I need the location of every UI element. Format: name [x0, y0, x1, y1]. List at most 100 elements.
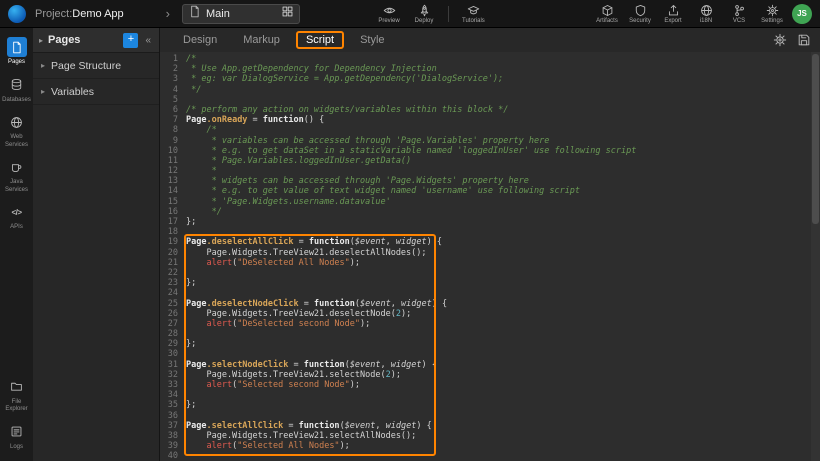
page-icon — [10, 41, 23, 54]
topbar-right-actions: Artifacts Security Export i18N VCS Settings — [596, 4, 783, 24]
code-line: 2 * Use App.getDependency for Dependency… — [160, 64, 820, 74]
sidebar-item-label: Logs — [9, 444, 24, 452]
sidebar-icon-wrap: </> — [7, 202, 27, 222]
code-line: 35}; — [160, 400, 820, 410]
topbar: Project:Demo App › Main PreviewDeployTut… — [0, 0, 820, 28]
code-line: 29}; — [160, 339, 820, 349]
page-selector-grid-slot[interactable] — [281, 5, 294, 23]
code-line: 18 — [160, 227, 820, 237]
code-line: 11 * Page.Variables.loggedInUser.getData… — [160, 156, 820, 166]
code-text: Page.selectNodeClick = function($event, … — [186, 360, 437, 370]
topbar-action-label: i18N — [700, 18, 712, 24]
code-text: }; — [186, 339, 196, 349]
editor-scrollbar[interactable] — [811, 52, 820, 461]
line-number: 29 — [160, 339, 186, 349]
code-text: Page.deselectNodeClick = function($event… — [186, 299, 447, 309]
line-number: 9 — [160, 136, 186, 146]
topbar-action-label: Export — [664, 18, 681, 24]
line-number: 1 — [160, 54, 186, 64]
tab-markup[interactable]: Markup — [233, 31, 290, 49]
script-editor[interactable]: 1 /* 2 * Use App.getDependency for Depende… — [160, 52, 820, 461]
topbar-action-artifacts[interactable]: Artifacts — [596, 4, 618, 24]
tab-design[interactable]: Design — [173, 31, 227, 49]
sidebar-item-web-services[interactable]: Web Services — [0, 108, 33, 153]
code-text: * Use App.getDependency for Dependency I… — [186, 64, 437, 74]
sidebar-item-file-explorer[interactable]: File Explorer — [0, 373, 33, 418]
sidebar-item-logs[interactable]: Logs — [0, 418, 33, 456]
topbar-action-i18n[interactable]: i18N — [695, 4, 717, 24]
project-label: Project: — [35, 8, 72, 20]
code-text: /* — [186, 125, 217, 135]
topbar-action-preview[interactable]: Preview — [378, 4, 400, 24]
topbar-action-deploy[interactable]: Deploy — [413, 4, 435, 24]
main-area: Design Markup Script Style 1 /* 2 * Use App.g… — [160, 28, 820, 461]
code-line: 12 * — [160, 166, 820, 176]
line-number: 33 — [160, 380, 186, 390]
page-selector-dropdown[interactable]: Main — [182, 4, 300, 24]
sidebar-item-label: Databases — [1, 97, 32, 105]
sidebar-item-java-services[interactable]: Java Services — [0, 153, 33, 198]
line-number: 4 — [160, 85, 186, 95]
topbar-action-vcs[interactable]: VCS — [728, 4, 750, 24]
sidebar-top: PagesDatabasesWeb ServicesJava Services<… — [0, 33, 33, 236]
gear-icon — [773, 33, 787, 47]
tab-bar-icons — [773, 33, 811, 47]
collapse-panel-icon[interactable]: « — [143, 35, 153, 46]
code-line: 23}; — [160, 278, 820, 288]
branch-icon — [733, 4, 746, 17]
code-text: * e.g. to get dataSet in a staticVariabl… — [186, 146, 636, 156]
topbar-action-tutorials[interactable]: Tutorials — [462, 4, 485, 24]
code-line: 30 — [160, 349, 820, 359]
tab-script[interactable]: Script — [296, 31, 344, 49]
editor-settings-button[interactable] — [773, 33, 787, 47]
line-number: 15 — [160, 197, 186, 207]
topbar-action-settings[interactable]: Settings — [761, 4, 783, 24]
line-number: 10 — [160, 146, 186, 156]
rocket-icon — [418, 4, 431, 17]
line-number: 16 — [160, 207, 186, 217]
save-button[interactable] — [797, 33, 811, 47]
app-window: Project:Demo App › Main PreviewDeployTut… — [0, 0, 820, 461]
topbar-divider — [448, 6, 449, 22]
code-text: alert("Selected All Nodes"); — [186, 441, 350, 451]
panel-item-page-structure[interactable]: ▸Page Structure — [33, 53, 159, 79]
topbar-action-label: Preview — [378, 18, 399, 24]
add-page-button[interactable]: + — [123, 33, 138, 48]
tab-style[interactable]: Style — [350, 31, 394, 49]
topbar-action-security[interactable]: Security — [629, 4, 651, 24]
sidebar-item-apis[interactable]: </>APIs — [0, 198, 33, 236]
topbar-action-label: VCS — [733, 18, 745, 24]
chevron-right-icon[interactable]: ▸ — [39, 36, 43, 45]
code-line: 9 * variables can be accessed through 'P… — [160, 136, 820, 146]
line-number: 3 — [160, 74, 186, 84]
topbar-action-export[interactable]: Export — [662, 4, 684, 24]
code-line: 14 * e.g. to get value of text widget na… — [160, 186, 820, 196]
sidebar-icon-wrap — [7, 157, 27, 177]
coffee-icon — [10, 161, 23, 174]
sidebar-item-databases[interactable]: Databases — [0, 71, 33, 109]
code-line: 36 — [160, 411, 820, 421]
panel-items: ▸Page Structure▸Variables — [33, 53, 159, 105]
code-line: 21 alert("DeSelected All Nodes"); — [160, 258, 820, 268]
topbar-center-actions: Preview Deploy Tutorials — [378, 0, 485, 28]
user-avatar[interactable]: JS — [792, 4, 812, 24]
panel-item-variables[interactable]: ▸Variables — [33, 79, 159, 105]
code-line: 34 — [160, 390, 820, 400]
line-number: 39 — [160, 441, 186, 451]
code-text: * widgets can be accessed through 'Page.… — [186, 176, 529, 186]
code-text: }; — [186, 400, 196, 410]
line-number: 18 — [160, 227, 186, 237]
code-line: 4 */ — [160, 85, 820, 95]
line-number: 5 — [160, 95, 186, 105]
export-icon — [667, 4, 680, 17]
code-line: 32 Page.Widgets.TreeView21.selectNode(2)… — [160, 370, 820, 380]
line-number: 2 — [160, 64, 186, 74]
line-number: 21 — [160, 258, 186, 268]
grid-icon — [281, 5, 294, 18]
sidebar-item-pages[interactable]: Pages — [0, 33, 33, 71]
topbar-action-label: Tutorials — [462, 18, 485, 24]
database-icon — [10, 78, 23, 91]
scrollbar-thumb[interactable] — [812, 54, 819, 224]
code-line: 22 — [160, 268, 820, 278]
chevron-right-icon[interactable]: › — [166, 6, 170, 21]
